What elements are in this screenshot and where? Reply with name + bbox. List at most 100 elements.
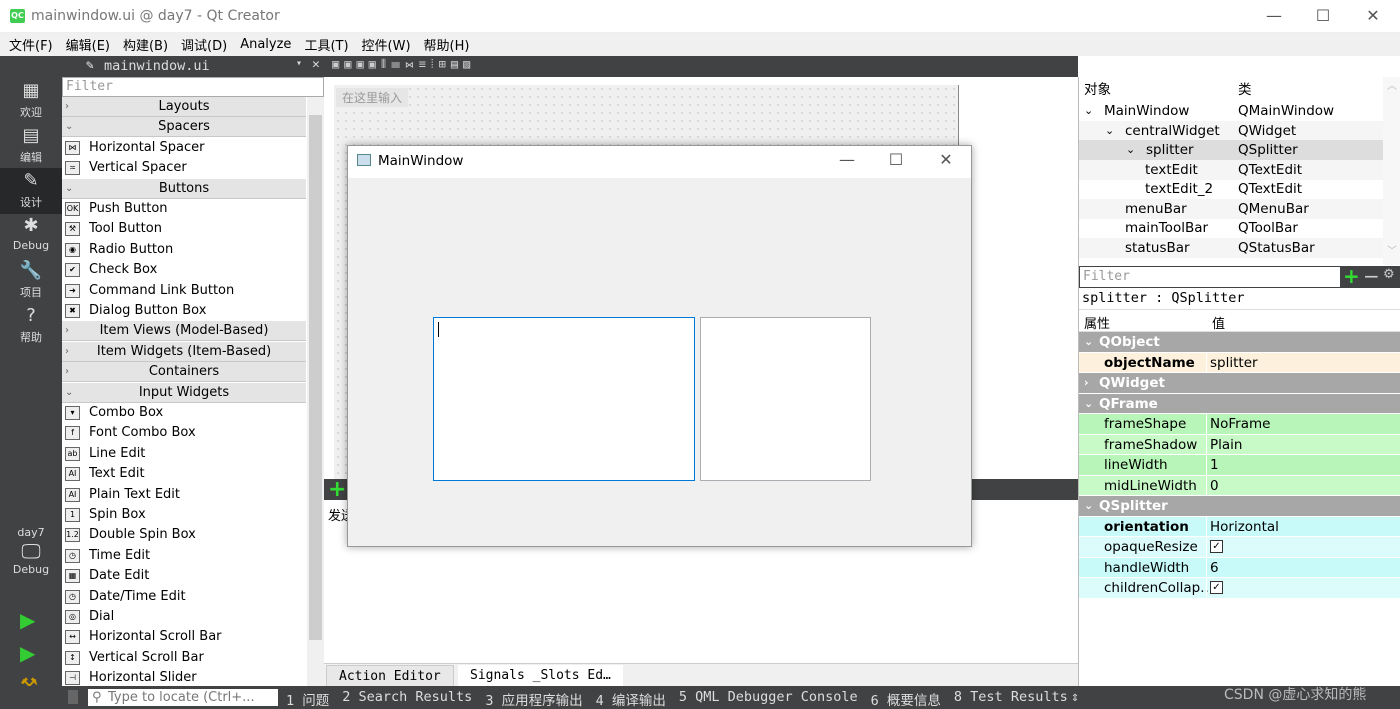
property-row[interactable]: midLineWidth 0 (1079, 475, 1400, 496)
widget-category[interactable]: › Item Views (Model-Based) (62, 321, 306, 342)
property-value[interactable]: Horizontal (1210, 517, 1279, 537)
property-row[interactable]: lineWidth 1 (1079, 455, 1400, 476)
checkbox-checked[interactable]: ✓ (1210, 540, 1223, 553)
debug-run-icon[interactable]: ▶ (20, 641, 35, 665)
expand-arrow-icon[interactable]: ⌄ (1084, 332, 1093, 352)
widget-category[interactable]: › Item Widgets (Item-Based) (62, 341, 306, 362)
widget-filter-input[interactable]: Filter (62, 77, 324, 97)
property-row[interactable]: handleWidth 6 (1079, 557, 1400, 578)
toggle-sidebar-icon[interactable] (68, 690, 78, 704)
widget-category[interactable]: ⌄ Spacers (62, 117, 306, 138)
maximize-button[interactable]: ☐ (1308, 6, 1338, 25)
menu-item[interactable]: 构建(B) (123, 35, 168, 54)
object-tree-item[interactable]: ⌄ splitter QSplitter (1079, 140, 1383, 160)
property-row[interactable]: orientation Horizontal (1079, 516, 1400, 537)
menu-type-here[interactable]: 在这里输入 (336, 88, 409, 107)
output-pane-button[interactable]: 2 Search Results (342, 689, 472, 709)
widget-item[interactable]: OK Push Button (62, 199, 306, 219)
expand-arrow-icon[interactable]: ⌄ (1084, 496, 1093, 516)
expand-arrow-icon[interactable]: ⌄ (1084, 101, 1093, 121)
property-row[interactable]: frameShape NoFrame (1079, 414, 1400, 435)
preview-minimize-button[interactable]: — (832, 150, 862, 169)
widget-item[interactable]: ◉ Radio Button (62, 240, 306, 260)
expand-arrow-icon[interactable]: › (1084, 373, 1089, 393)
widget-item[interactable]: ▦ Date Edit (62, 566, 306, 586)
widget-category[interactable]: ⌄ Buttons (62, 178, 306, 199)
inspector-scrollbar[interactable]: ︿ ﹀ (1383, 77, 1400, 265)
output-pane-button[interactable]: 4 编译输出 (596, 689, 666, 709)
mode-wrench[interactable]: 🔧 项目 (0, 258, 62, 304)
output-pane-button[interactable]: 1 问题 (286, 689, 329, 709)
text-edit-2[interactable] (700, 317, 871, 481)
widget-item[interactable]: ◎ Dial (62, 607, 306, 627)
mode-edit[interactable]: ▤ 编辑 (0, 123, 62, 169)
property-row[interactable]: frameShadow Plain (1079, 434, 1400, 455)
mode-help[interactable]: ? 帮助 (0, 303, 62, 349)
chevron-down-icon[interactable]: ▾ (296, 58, 302, 69)
close-document-icon[interactable]: ✕ (312, 57, 320, 72)
text-edit[interactable] (433, 317, 695, 481)
widget-scrollbar[interactable] (307, 97, 324, 686)
property-filter-input[interactable]: Filter (1080, 267, 1340, 287)
widget-item[interactable]: ✖ Dialog Button Box (62, 301, 306, 321)
open-document-selector[interactable]: mainwindow.ui (104, 58, 210, 74)
checkbox-checked[interactable]: ✓ (1210, 581, 1223, 594)
menu-item[interactable]: Analyze (240, 37, 291, 52)
output-pane-button[interactable]: 5 QML Debugger Console (679, 689, 858, 709)
expand-arrow-icon[interactable]: ⌄ (1105, 121, 1114, 141)
object-tree-item[interactable]: mainToolBar QToolBar (1079, 218, 1383, 238)
menu-item[interactable]: 调试(D) (181, 35, 227, 54)
tab-signals-slots-editor[interactable]: Signals _Slots Ed… (458, 665, 623, 687)
configure-wrench-icon[interactable]: ⚙ (1383, 267, 1395, 282)
widget-category[interactable]: ⌄ Input Widgets (62, 382, 306, 403)
widget-category[interactable]: › Layouts (62, 97, 306, 117)
object-tree-item[interactable]: textEdit QTextEdit (1079, 159, 1383, 180)
minimize-button[interactable]: — (1259, 6, 1289, 25)
expand-arrow-icon[interactable]: ⌄ (1084, 394, 1093, 414)
widget-item[interactable]: AI Text Edit (62, 464, 306, 484)
add-property-icon[interactable]: + (1343, 264, 1360, 288)
add-action-icon[interactable]: + (328, 477, 346, 502)
property-group[interactable]: ⌄ QSplitter (1079, 496, 1400, 517)
widget-item[interactable]: ↔ Horizontal Scroll Bar (62, 627, 306, 647)
property-value[interactable]: 1 (1210, 455, 1219, 475)
property-row[interactable]: objectName splitter (1079, 352, 1400, 373)
menu-item[interactable]: 帮助(H) (424, 35, 470, 54)
output-pane-button[interactable]: 8 Test Results (954, 689, 1068, 709)
property-row[interactable]: childrenCollap... ✓ (1079, 578, 1400, 599)
mode-pencil[interactable]: ✎ 设计 (0, 168, 62, 214)
kit-selector[interactable]: day7 🖵 Debug (0, 526, 62, 576)
preview-close-button[interactable]: ✕ (931, 150, 961, 169)
locator-input[interactable]: ⚲ Type to locate (Ctrl+... (88, 689, 278, 706)
widget-item[interactable]: ab Line Edit (62, 444, 306, 464)
menu-item[interactable]: 编辑(E) (66, 35, 110, 54)
widget-item[interactable]: f Font Combo Box (62, 423, 306, 443)
property-value[interactable]: NoFrame (1210, 414, 1270, 434)
widget-item[interactable]: AI Plain Text Edit (62, 485, 306, 505)
property-group[interactable]: ⌄ QObject (1079, 332, 1400, 353)
property-value[interactable]: splitter (1210, 353, 1258, 373)
remove-property-icon[interactable]: − (1363, 264, 1380, 288)
tab-action-editor[interactable]: Action Editor (326, 665, 454, 687)
mode-grid[interactable]: ▦ 欢迎 (0, 78, 62, 124)
object-tree-item[interactable]: menuBar QMenuBar (1079, 198, 1383, 219)
pane-toggle-icon[interactable]: ⇕ (1071, 689, 1079, 705)
scrollbar-thumb[interactable] (309, 115, 322, 640)
object-tree-item[interactable]: ⌄ centralWidget QWidget (1079, 120, 1383, 141)
expand-arrow-icon[interactable]: ⌄ (1126, 140, 1135, 160)
output-pane-button[interactable]: 3 应用程序输出 (485, 689, 582, 709)
widget-item[interactable]: ≍ Vertical Spacer (62, 158, 306, 178)
property-value[interactable]: Plain (1210, 435, 1242, 455)
widget-item[interactable]: ◷ Date/Time Edit (62, 587, 306, 607)
output-pane-button[interactable]: 6 概要信息 (871, 689, 941, 709)
preview-maximize-button[interactable]: ☐ (881, 150, 911, 169)
widget-item[interactable]: 1.2 Double Spin Box (62, 525, 306, 545)
widget-item[interactable]: ▾ Combo Box (62, 403, 306, 423)
run-icon[interactable]: ▶ (20, 608, 35, 632)
widget-item[interactable]: ⋈ Horizontal Spacer (62, 138, 306, 158)
property-row[interactable]: opaqueResize ✓ (1079, 537, 1400, 558)
widget-item[interactable]: ↕ Vertical Scroll Bar (62, 648, 306, 668)
property-group[interactable]: ⌄ QFrame (1079, 393, 1400, 414)
property-value[interactable]: 0 (1210, 476, 1219, 496)
object-tree-item[interactable]: ⌄ MainWindow QMainWindow (1079, 101, 1383, 121)
